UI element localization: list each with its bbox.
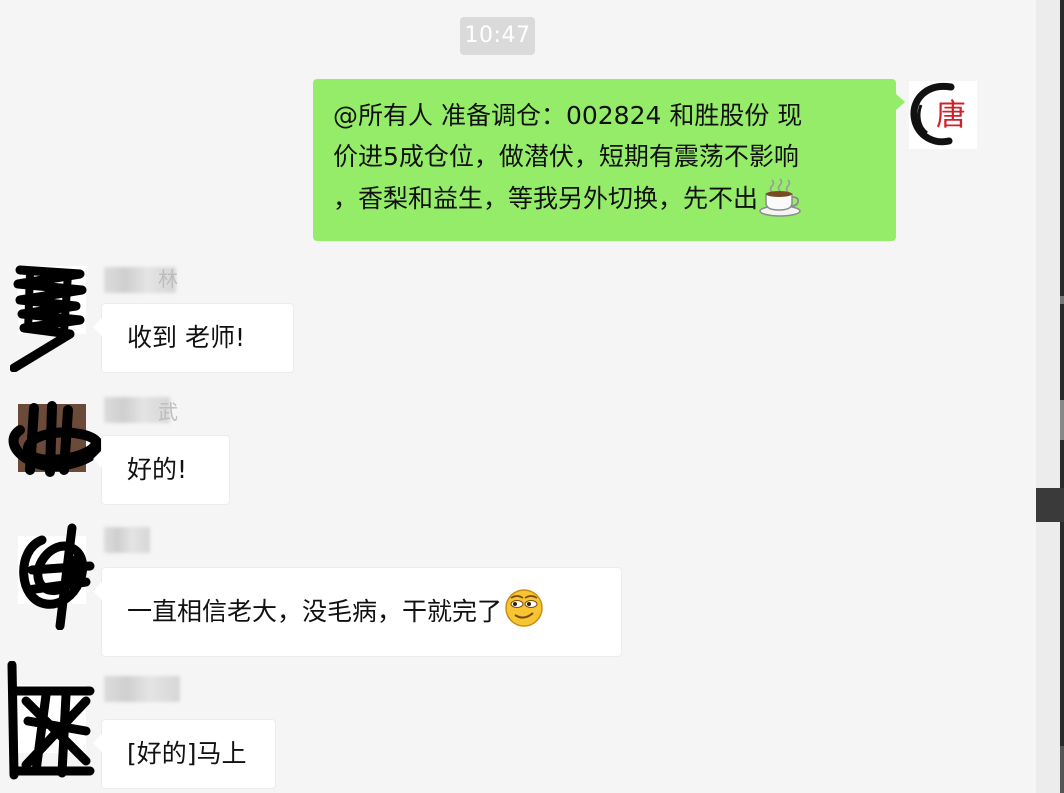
scrollbar-mark <box>1060 400 1064 440</box>
smirk-face-icon <box>505 589 543 627</box>
incoming-message-bubble[interactable]: 收到 老师! <box>93 303 294 373</box>
sender-name-blurred <box>104 527 150 553</box>
scribbled-avatar-icon <box>7 661 95 780</box>
scribbled-avatar-icon <box>8 401 104 477</box>
message-line: 价进5成仓位，做潜伏，短期有震荡不影响 <box>333 142 799 171</box>
contact-avatar[interactable] <box>10 265 87 372</box>
incoming-message-bubble[interactable]: [好的]马上 <box>93 719 276 789</box>
message-line-text: ，香梨和益生，等我另外切换，先不出 <box>333 184 759 213</box>
message-timestamp: 10:47 <box>460 17 535 55</box>
ink-circle-logo-icon: 唐 <box>910 82 966 146</box>
message-line: ，香梨和益生，等我另外切换，先不出 <box>333 177 876 219</box>
sender-name-fragment: 武 <box>158 400 178 424</box>
sender-name-blurred <box>104 676 180 702</box>
message-text: 好的! <box>127 455 188 484</box>
message-text: 收到 老师! <box>127 323 245 352</box>
contact-avatar[interactable] <box>18 523 95 630</box>
scribbled-avatar-icon <box>10 265 87 372</box>
svg-text:唐: 唐 <box>936 98 966 133</box>
scrollbar-thumb[interactable] <box>1036 488 1064 522</box>
sender-name-fragment: 林 <box>158 267 178 291</box>
window-scrollbar[interactable] <box>1036 0 1064 793</box>
scrollbar-mark <box>1060 296 1064 304</box>
scribbled-avatar-icon <box>19 523 95 630</box>
contact-avatar[interactable] <box>7 661 95 780</box>
my-avatar[interactable]: 唐 <box>909 81 977 149</box>
coffee-cup-icon <box>759 178 801 217</box>
scrollbar-mark <box>1060 746 1064 793</box>
incoming-message-bubble[interactable]: 一直相信老大，没毛病，干就完了 <box>93 567 622 657</box>
outgoing-message-bubble[interactable]: @所有人 准备调仓：002824 和胜股份 现 价进5成仓位，做潜伏，短期有震荡… <box>313 79 905 241</box>
scrollbar-track <box>1060 0 1064 793</box>
message-text: [好的]马上 <box>127 739 247 768</box>
message-text: 一直相信老大，没毛病，干就完了 <box>127 597 503 626</box>
contact-avatar[interactable] <box>8 401 104 477</box>
message-line: @所有人 准备调仓：002824 和胜股份 现 <box>333 101 803 130</box>
incoming-message-bubble[interactable]: 好的! <box>93 435 230 505</box>
